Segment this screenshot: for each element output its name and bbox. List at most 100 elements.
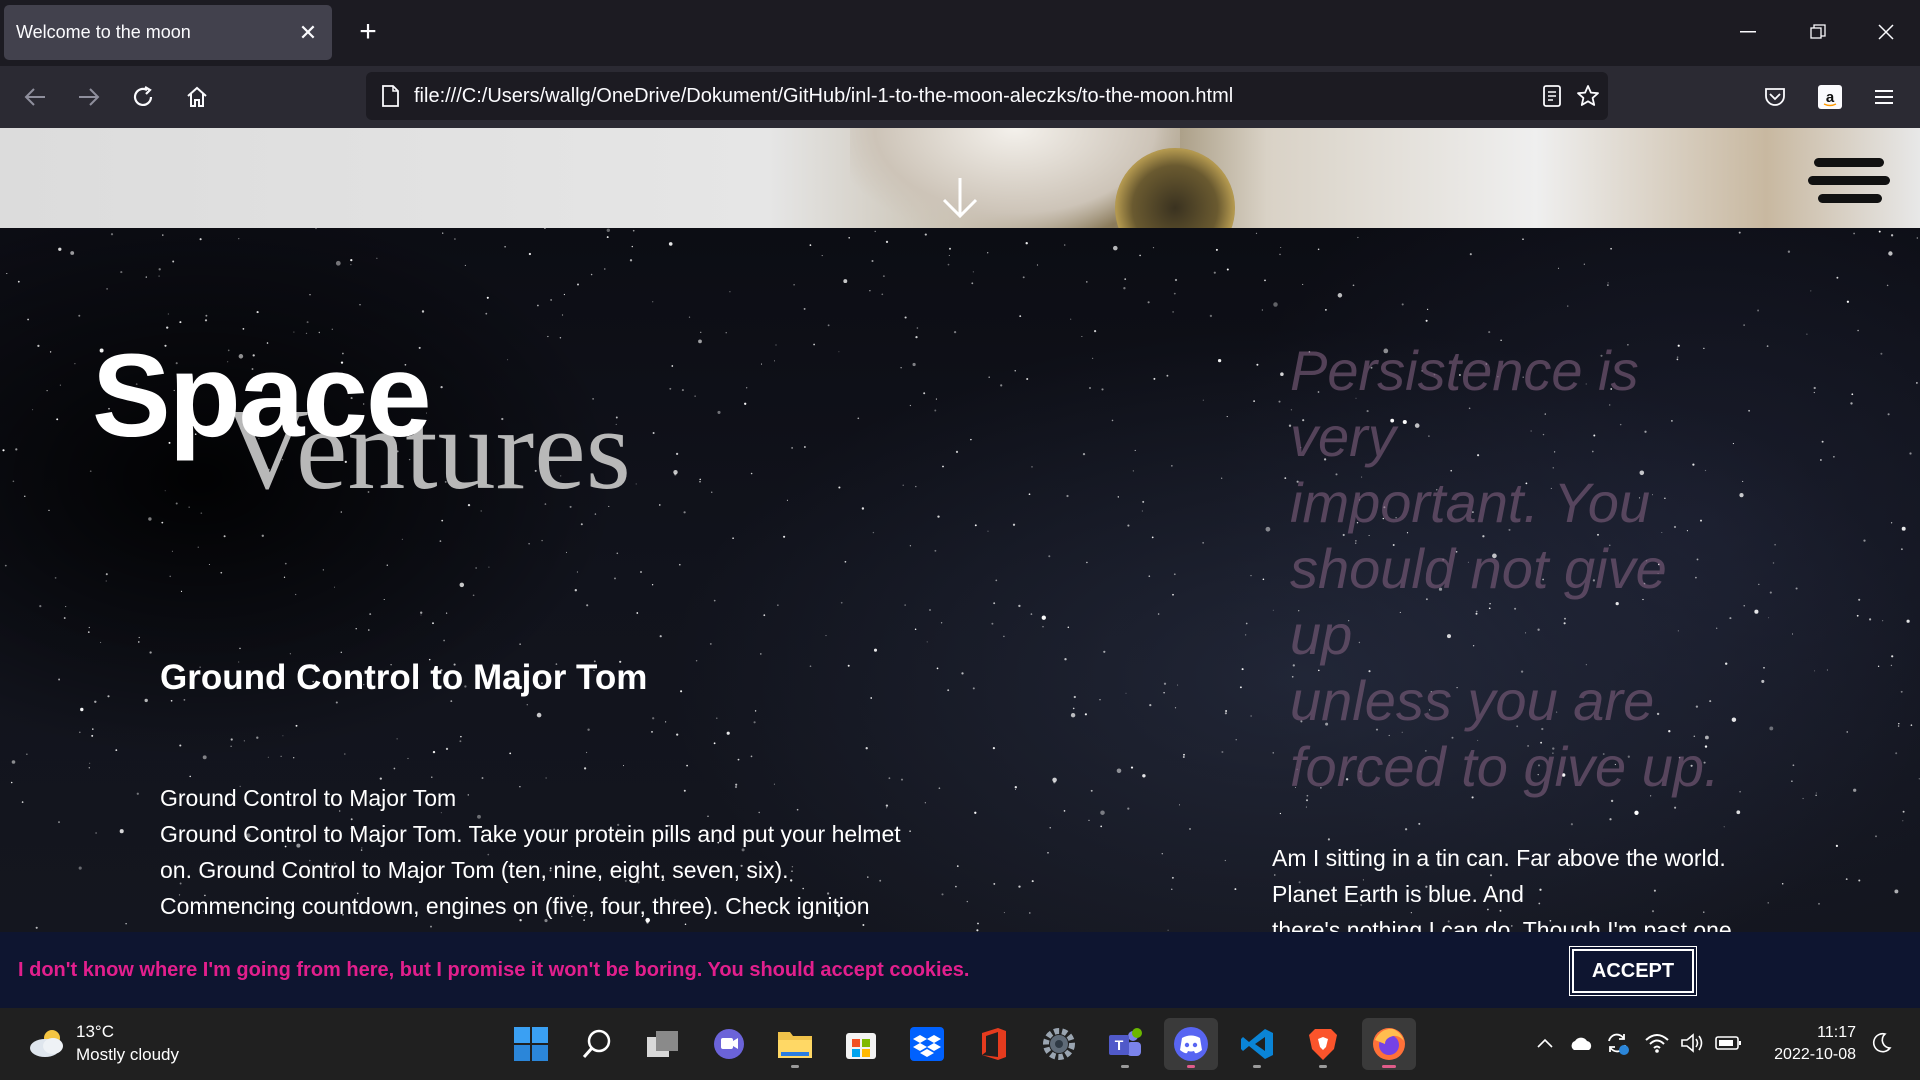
url-text[interactable]: file:///C:/Users/wallg/OneDrive/Dokument… xyxy=(414,85,1233,108)
dropbox-button[interactable] xyxy=(900,1018,954,1070)
site-menu-button[interactable] xyxy=(1808,156,1890,206)
wifi-button[interactable] xyxy=(1642,1028,1672,1058)
store-icon xyxy=(846,1033,876,1059)
lyrics-text: Ground Control to Major Tom Ground Contr… xyxy=(160,780,970,924)
new-tab-button[interactable]: + xyxy=(350,14,386,50)
restore-button[interactable] xyxy=(1798,16,1838,48)
reload-icon xyxy=(133,86,153,106)
quote-line: up xyxy=(1290,603,1353,666)
reader-view-icon[interactable] xyxy=(1540,84,1564,108)
text-line: there's nothing I can do. Though I'm pas… xyxy=(1272,917,1732,932)
settings-button[interactable] xyxy=(1032,1018,1086,1070)
quote-line: unless you are xyxy=(1290,669,1655,732)
sync-button[interactable] xyxy=(1602,1028,1632,1058)
cookie-message: I don't know where I'm going from here, … xyxy=(18,958,970,981)
back-arrow-icon xyxy=(24,88,45,106)
text-line: Ground Control to Major Tom. Take your p… xyxy=(160,821,901,847)
task-view-button[interactable] xyxy=(636,1018,690,1070)
home-button[interactable] xyxy=(179,79,215,115)
search-button[interactable] xyxy=(570,1018,624,1070)
page-info-icon[interactable] xyxy=(378,84,402,108)
weather-description: Mostly cloudy xyxy=(76,1045,179,1064)
text-line: Commencing countdown, engines on (five, … xyxy=(160,893,870,919)
forward-button[interactable] xyxy=(71,79,107,115)
minimize-button[interactable] xyxy=(1728,16,1768,48)
chat-icon xyxy=(714,1029,744,1059)
text-line: Planet Earth is blue. And xyxy=(1272,881,1524,907)
minimize-icon xyxy=(1740,31,1756,33)
do-not-disturb-button[interactable] xyxy=(1866,1028,1896,1058)
accept-cookies-button[interactable]: ACCEPT xyxy=(1572,949,1694,993)
quote-line: forced to give up. xyxy=(1290,735,1720,798)
close-tab-icon[interactable]: ✕ xyxy=(296,20,320,46)
text-line: Ground Control to Major Tom xyxy=(160,785,457,811)
navigation-bar: file:///C:/Users/wallg/OneDrive/Dokument… xyxy=(0,66,1920,128)
settings-icon xyxy=(1043,1028,1075,1060)
home-icon xyxy=(187,86,207,107)
address-bar[interactable]: file:///C:/Users/wallg/OneDrive/Dokument… xyxy=(366,72,1608,120)
office-button[interactable] xyxy=(966,1018,1020,1070)
system-clock[interactable]: 11:17 2022-10-08 xyxy=(1760,1022,1856,1066)
discord-button[interactable] xyxy=(1164,1018,1218,1070)
scroll-down-arrow-icon[interactable] xyxy=(940,176,980,220)
teams-button[interactable]: T xyxy=(1098,1018,1152,1070)
svg-text:a: a xyxy=(1826,89,1835,106)
search-icon xyxy=(582,1029,611,1058)
volume-button[interactable] xyxy=(1678,1028,1708,1058)
temperature: 13°C xyxy=(76,1022,114,1041)
task-view-icon xyxy=(647,1031,678,1057)
dropbox-icon xyxy=(910,1027,944,1061)
reload-button[interactable] xyxy=(125,79,161,115)
weather-widget[interactable]: 13°C Mostly cloudy xyxy=(28,1020,179,1066)
amazon-extension-button[interactable]: a xyxy=(1812,79,1848,115)
battery-icon xyxy=(1715,1036,1741,1050)
back-button[interactable] xyxy=(17,79,53,115)
start-icon xyxy=(514,1027,548,1061)
windows-taskbar: 13°C Mostly cloudy T 11:17 2022-10-08 xyxy=(0,1008,1920,1080)
cookie-banner: I don't know where I'm going from here, … xyxy=(0,932,1920,1008)
chevron-up-icon xyxy=(1537,1038,1553,1048)
quote-line: very xyxy=(1290,405,1396,468)
restore-icon xyxy=(1810,24,1826,39)
brave-icon xyxy=(1309,1029,1337,1060)
close-icon xyxy=(1878,24,1894,40)
title-space: Space xyxy=(92,330,432,462)
forward-arrow-icon xyxy=(79,88,100,106)
browser-tab[interactable]: Welcome to the moon ✕ xyxy=(4,5,332,60)
battery-button[interactable] xyxy=(1714,1028,1744,1058)
teams-icon: T xyxy=(1109,1028,1142,1056)
firefox-button[interactable] xyxy=(1362,1018,1416,1070)
sync-icon xyxy=(1608,1033,1629,1055)
cloudy-weather-icon xyxy=(30,1030,63,1057)
text-line: Am I sitting in a tin can. Far above the… xyxy=(1272,845,1726,871)
moon-icon xyxy=(1872,1032,1892,1053)
cloud-icon xyxy=(1571,1037,1592,1050)
bookmark-star-icon[interactable] xyxy=(1576,84,1600,108)
store-button[interactable] xyxy=(834,1018,888,1070)
close-window-button[interactable] xyxy=(1866,16,1906,48)
amazon-icon: a xyxy=(1818,85,1842,109)
quote-line: should not give xyxy=(1290,537,1667,600)
firefox-icon xyxy=(1373,1028,1405,1060)
vscode-button[interactable] xyxy=(1230,1018,1284,1070)
show-hidden-icons-button[interactable] xyxy=(1530,1028,1560,1058)
lyrics-text-right: Am I sitting in a tin can. Far above the… xyxy=(1272,840,1792,932)
persistence-quote: Persistence is very important. You shoul… xyxy=(1290,338,1760,800)
menu-icon xyxy=(1875,90,1893,104)
page-viewport: Ventures Space Persistence is very impor… xyxy=(0,128,1920,932)
chat-button[interactable] xyxy=(702,1018,756,1070)
tab-bar: Welcome to the moon ✕ + xyxy=(0,0,1920,66)
file-explorer-button[interactable] xyxy=(768,1018,822,1070)
quote-line: important. You xyxy=(1290,471,1651,534)
discord-icon xyxy=(1174,1027,1208,1061)
brave-button[interactable] xyxy=(1296,1018,1350,1070)
onedrive-button[interactable] xyxy=(1566,1028,1596,1058)
volume-icon xyxy=(1681,1033,1703,1053)
clock-date: 2022-10-08 xyxy=(1774,1046,1856,1063)
pocket-button[interactable] xyxy=(1757,79,1793,115)
wifi-icon xyxy=(1645,1034,1669,1053)
menu-bar-line xyxy=(1818,194,1882,203)
app-menu-button[interactable] xyxy=(1866,79,1902,115)
start-button[interactable] xyxy=(504,1018,558,1070)
svg-text:T: T xyxy=(1115,1037,1124,1053)
